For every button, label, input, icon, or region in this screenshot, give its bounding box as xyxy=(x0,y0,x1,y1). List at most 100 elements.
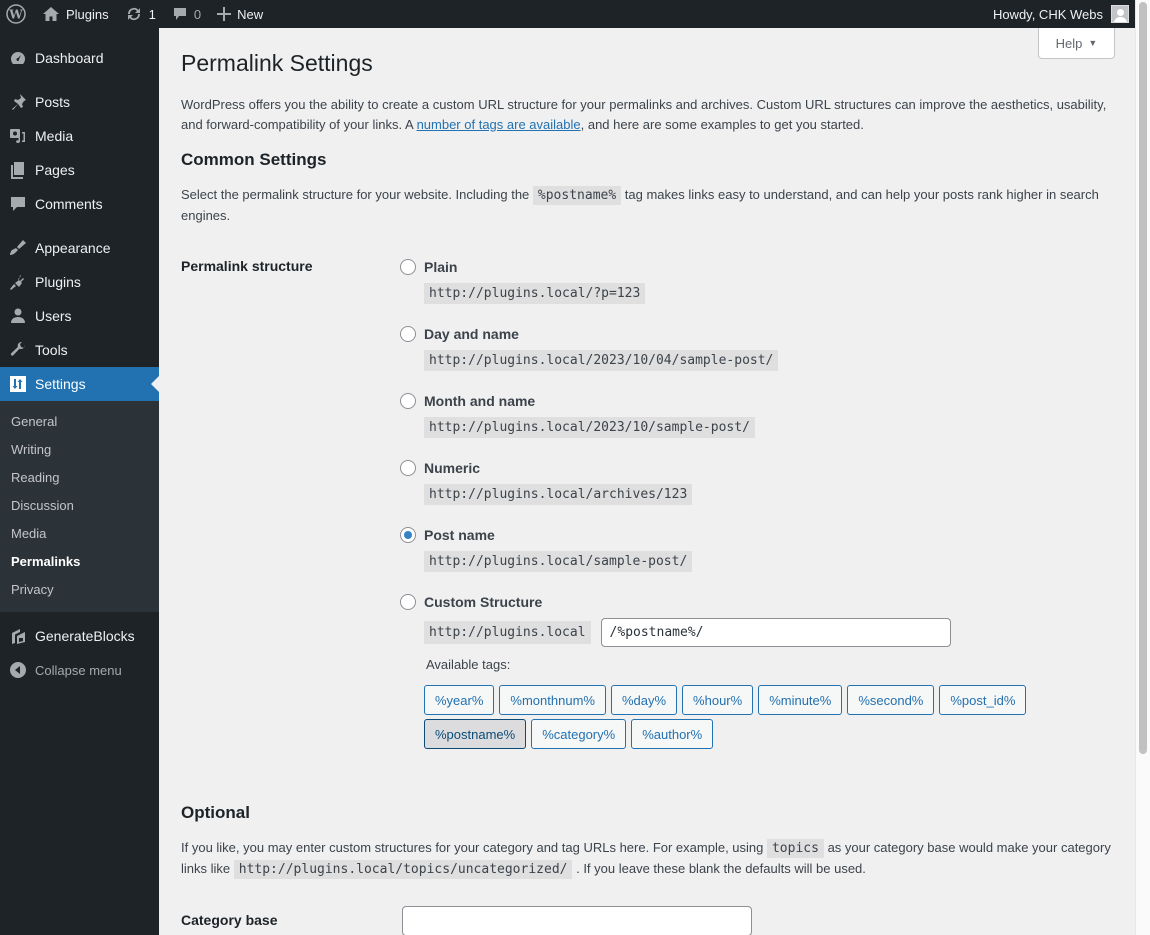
sidebar-item-plugins[interactable]: Plugins xyxy=(0,265,159,299)
option-day-and-name: Day and name http://plugins.local/2023/1… xyxy=(400,324,779,371)
updates-count: 1 xyxy=(148,6,156,22)
site-name-link[interactable]: Plugins xyxy=(34,0,117,28)
tag-button-minute[interactable]: %minute% xyxy=(758,685,843,715)
sidebar-item-appearance[interactable]: Appearance xyxy=(0,231,159,265)
option-label: Numeric xyxy=(424,460,481,476)
optional-desc-part: . If you leave these blank the defaults … xyxy=(572,860,866,876)
tag-button-day[interactable]: %day% xyxy=(610,685,678,715)
radio-button[interactable] xyxy=(400,326,416,342)
wrench-icon xyxy=(8,340,28,360)
sidebar-item-label: Dashboard xyxy=(35,50,104,66)
new-content-link[interactable]: New xyxy=(209,0,271,28)
page-scrollbar[interactable] xyxy=(1135,0,1150,935)
optional-desc-part: If you like, you may enter custom struct… xyxy=(181,840,767,855)
radio-button[interactable] xyxy=(400,393,416,409)
media-icon xyxy=(8,126,28,146)
option-label: Plain xyxy=(424,259,458,275)
help-button[interactable]: Help ▼ xyxy=(1038,28,1115,59)
greeting: Howdy, CHK Webs xyxy=(992,6,1103,22)
radio-day-and-name[interactable]: Day and name xyxy=(400,324,778,344)
intro-text: WordPress offers you the ability to crea… xyxy=(181,95,1111,134)
tag-button-post-id[interactable]: %post_id% xyxy=(939,685,1027,715)
sidebar-item-label: GenerateBlocks xyxy=(35,628,135,644)
comments-count: 0 xyxy=(193,6,202,22)
sidebar-item-comments[interactable]: Comments xyxy=(0,187,159,221)
option-month-and-name: Month and name http://plugins.local/2023… xyxy=(400,391,755,438)
common-settings-description: Select the permalink structure for your … xyxy=(181,185,1111,225)
tag-button-author[interactable]: %author% xyxy=(631,719,714,749)
my-account-link[interactable]: Howdy, CHK Webs xyxy=(985,0,1135,28)
example-url: http://plugins.local/sample-post/ xyxy=(424,551,693,572)
radio-post-name[interactable]: Post name xyxy=(400,525,692,545)
radio-custom-structure[interactable]: Custom Structure xyxy=(400,592,1064,612)
collapse-label: Collapse menu xyxy=(35,662,122,678)
available-tags-label: Available tags: xyxy=(426,657,511,672)
radio-button[interactable] xyxy=(400,460,416,476)
radio-button[interactable] xyxy=(400,594,416,610)
comments-link[interactable]: 0 xyxy=(164,0,209,28)
option-label: Month and name xyxy=(424,393,536,409)
user-icon xyxy=(8,306,28,326)
tag-button-monthnum[interactable]: %monthnum% xyxy=(499,685,606,715)
submenu-general[interactable]: General xyxy=(0,408,159,436)
settings-icon xyxy=(8,374,28,394)
collapse-menu-button[interactable]: Collapse menu xyxy=(0,653,159,687)
sidebar-item-posts[interactable]: Posts xyxy=(0,85,159,119)
example-url: http://plugins.local/archives/123 xyxy=(424,484,693,505)
submenu-discussion[interactable]: Discussion xyxy=(0,492,159,520)
option-label: Custom Structure xyxy=(424,594,543,610)
tag-button-hour[interactable]: %hour% xyxy=(682,685,754,715)
sidebar-item-tools[interactable]: Tools xyxy=(0,333,159,367)
example-url: http://plugins.local/2023/10/sample-post… xyxy=(424,417,755,438)
main-content: Help ▼ Permalink Settings WordPress offe… xyxy=(159,28,1135,935)
tag-button-year[interactable]: %year% xyxy=(424,685,495,715)
sidebar-item-generateblocks[interactable]: GenerateBlocks xyxy=(0,619,159,653)
radio-month-and-name[interactable]: Month and name xyxy=(400,391,755,411)
submenu-privacy[interactable]: Privacy xyxy=(0,576,159,604)
permalink-structure-label: Permalink structure xyxy=(181,258,313,274)
collapse-arrow-icon xyxy=(8,660,28,680)
scrollbar-thumb[interactable] xyxy=(1139,2,1147,754)
tags-available-link[interactable]: number of tags are available xyxy=(417,117,581,132)
tag-button-category[interactable]: %category% xyxy=(531,719,627,749)
sidebar-item-settings[interactable]: Settings xyxy=(0,367,159,401)
comment-bubble-icon xyxy=(172,6,188,22)
sidebar-item-users[interactable]: Users xyxy=(0,299,159,333)
sidebar-item-label: Appearance xyxy=(35,240,111,256)
common-desc-start: Select the permalink structure for your … xyxy=(181,187,533,202)
radio-numeric[interactable]: Numeric xyxy=(400,458,692,478)
tag-button-postname[interactable]: %postname% xyxy=(424,719,527,749)
submenu-permalinks[interactable]: Permalinks xyxy=(0,548,159,576)
submenu-media[interactable]: Media xyxy=(0,520,159,548)
radio-button-checked[interactable] xyxy=(400,527,416,543)
category-base-label: Category base xyxy=(181,912,278,928)
plug-icon xyxy=(8,272,28,292)
radio-plain[interactable]: Plain xyxy=(400,257,645,277)
sidebar-item-media[interactable]: Media xyxy=(0,119,159,153)
svg-text:W: W xyxy=(8,8,23,22)
sidebar-item-label: Tools xyxy=(35,342,68,358)
admin-sidebar: Dashboard Posts Media Pages Comments App… xyxy=(0,28,159,935)
avatar xyxy=(1111,5,1129,23)
sidebar-item-dashboard[interactable]: Dashboard xyxy=(0,41,159,75)
intro-text-end: , and here are some examples to get you … xyxy=(580,116,864,132)
tag-button-second[interactable]: %second% xyxy=(847,685,935,715)
option-numeric: Numeric http://plugins.local/archives/12… xyxy=(400,458,693,505)
custom-structure-input[interactable] xyxy=(600,618,951,647)
updates-link[interactable]: 1 xyxy=(117,0,164,28)
dashboard-icon xyxy=(8,48,28,68)
wordpress-logo-icon: W xyxy=(6,4,26,24)
update-icon xyxy=(125,5,143,23)
postname-code: %postname% xyxy=(532,186,622,205)
caret-down-icon: ▼ xyxy=(1088,38,1098,48)
wordpress-logo-button[interactable]: W xyxy=(0,0,34,28)
category-base-input[interactable] xyxy=(402,906,752,935)
page-title: Permalink Settings xyxy=(181,50,373,76)
submenu-writing[interactable]: Writing xyxy=(0,436,159,464)
radio-button[interactable] xyxy=(400,259,416,275)
sidebar-item-pages[interactable]: Pages xyxy=(0,153,159,187)
pages-icon xyxy=(8,160,28,180)
submenu-reading[interactable]: Reading xyxy=(0,464,159,492)
optional-description: If you like, you may enter custom struct… xyxy=(181,838,1111,879)
sidebar-item-label: Pages xyxy=(35,162,75,178)
